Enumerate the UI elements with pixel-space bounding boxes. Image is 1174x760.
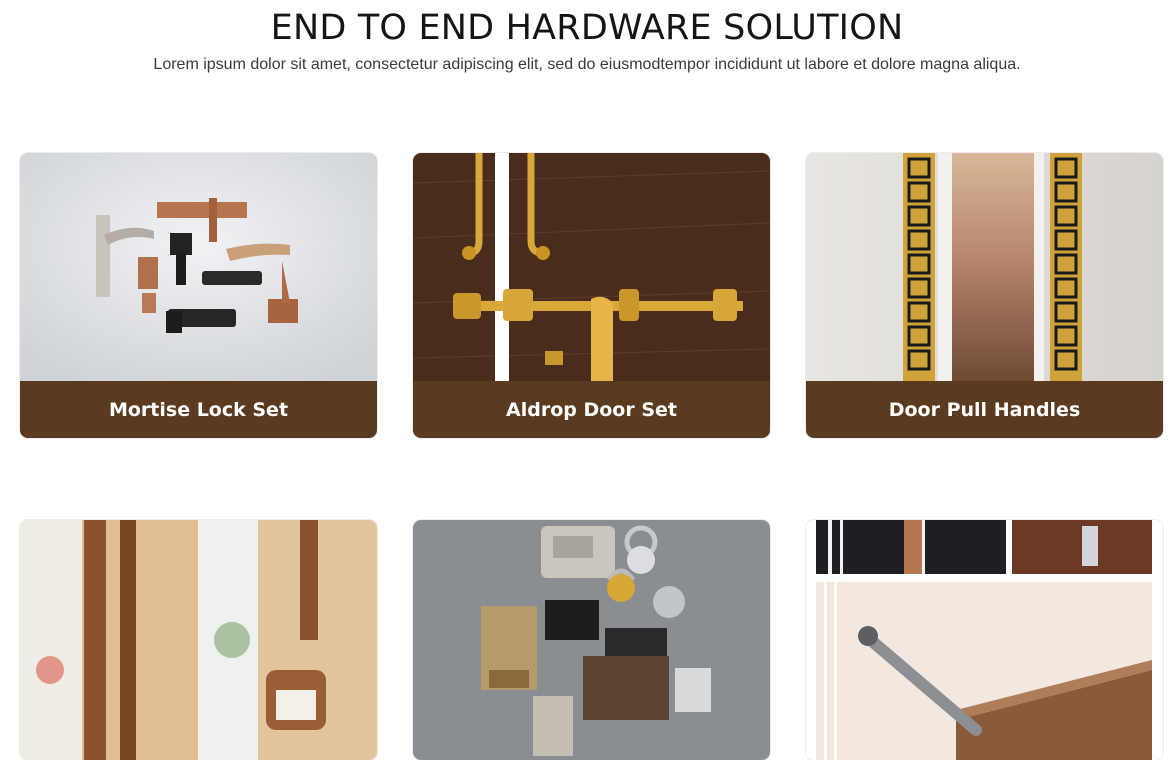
product-card-door-pull-handles[interactable]: Door Pull Handles xyxy=(806,153,1163,438)
section-title: END TO END HARDWARE SOLUTION xyxy=(270,8,904,48)
aldrop-door-set-image[interactable] xyxy=(413,153,770,381)
locks-and-padlocks-image[interactable] xyxy=(413,520,770,760)
product-card-mortise-lock-set[interactable]: Mortise Lock Set xyxy=(20,153,377,438)
product-label[interactable]: Mortise Lock Set xyxy=(20,381,377,438)
door-pull-handles-image[interactable] xyxy=(806,153,1163,381)
product-label[interactable]: Aldrop Door Set xyxy=(413,381,770,438)
mortise-lock-set-image[interactable] xyxy=(20,153,377,381)
product-label[interactable]: Door Pull Handles xyxy=(806,381,1163,438)
tower-bolts-image[interactable] xyxy=(20,520,377,760)
product-card-locks[interactable] xyxy=(413,520,770,760)
product-card-tower-bolts[interactable] xyxy=(20,520,377,760)
product-card-aldrop-door-set[interactable]: Aldrop Door Set xyxy=(413,153,770,438)
section-subtitle: Lorem ipsum dolor sit amet, consectetur … xyxy=(153,56,1021,73)
product-card-door-closer-hinges[interactable] xyxy=(806,520,1163,760)
door-closer-and-hinges-image[interactable] xyxy=(806,520,1163,760)
